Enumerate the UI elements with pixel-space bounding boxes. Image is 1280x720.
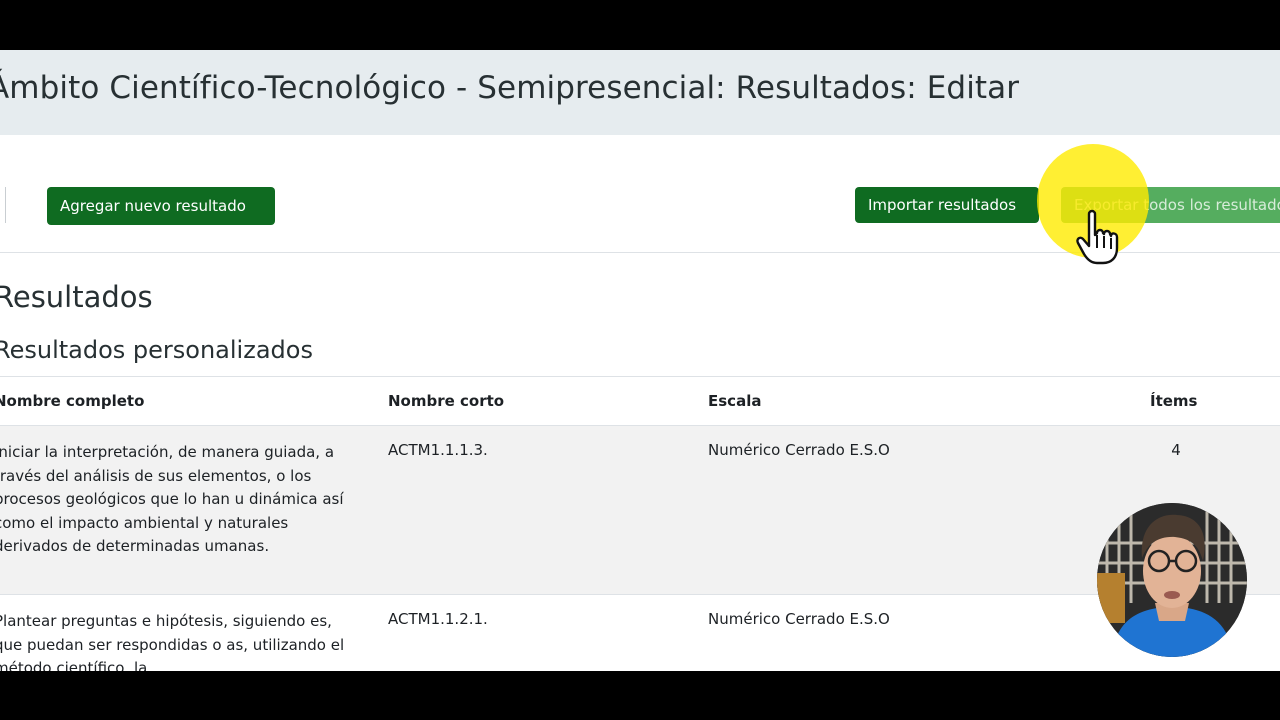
subsection-heading: Resultados personalizados [0, 336, 313, 364]
outcome-short-name: ACTM1.1.1.3. [388, 441, 488, 459]
table-row: Iniciar la interpretación, de manera gui… [0, 426, 1280, 595]
divider [5, 187, 6, 223]
results-table: Nombre completo Nombre corto Escala Ítem… [0, 376, 1280, 671]
browser-viewport: Ámbito Científico-Tecnológico - Semipres… [0, 50, 1280, 671]
presenter-avatar [1097, 503, 1247, 657]
outcome-scale: Numérico Cerrado E.S.O [708, 610, 890, 628]
table-header: Nombre completo Nombre corto Escala Ítem… [0, 376, 1280, 426]
page-title: Ámbito Científico-Tecnológico - Semipres… [0, 70, 1020, 106]
column-header-items[interactable]: Ítems [1150, 392, 1197, 410]
export-results-button[interactable]: Exportar todos los resultados [1061, 187, 1280, 223]
import-results-button[interactable]: Importar resultados [855, 187, 1039, 223]
page-header: Ámbito Científico-Tecnológico - Semipres… [0, 50, 1280, 135]
outcome-scale: Numérico Cerrado E.S.O [708, 441, 890, 459]
outcome-items-count: 4 [1171, 441, 1181, 459]
outcome-short-name: ACTM1.1.2.1. [388, 610, 488, 628]
column-header-scale[interactable]: Escala [708, 392, 761, 410]
outcome-full-name: Iniciar la interpretación, de manera gui… [0, 443, 344, 555]
table-row: Plantear preguntas e hipótesis, siguiend… [0, 595, 1280, 671]
outcome-full-name: Plantear preguntas e hipótesis, siguiend… [0, 612, 345, 671]
add-result-button[interactable]: Agregar nuevo resultado [47, 187, 275, 225]
section-heading: Resultados [0, 280, 153, 314]
action-bar: Agregar nuevo resultado Importar resulta… [0, 135, 1280, 253]
column-header-short-name[interactable]: Nombre corto [388, 392, 504, 410]
column-header-full-name[interactable]: Nombre completo [0, 392, 144, 410]
